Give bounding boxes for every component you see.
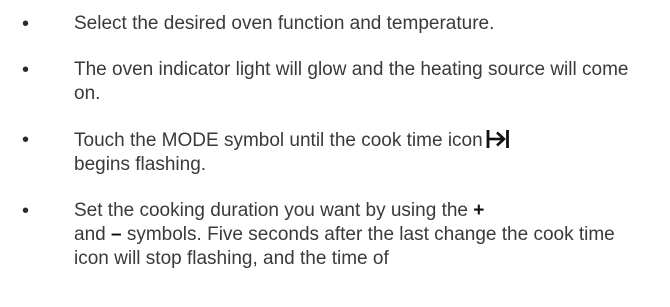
step-text-part2: and	[74, 224, 106, 245]
step-text: Touch the MODE symbol until the cook tim…	[74, 128, 646, 177]
list-item: • Select the desired oven function and t…	[0, 12, 670, 36]
plus-symbol: +	[473, 200, 485, 221]
bullet-icon: •	[22, 59, 30, 81]
instructions-page: • Select the desired oven function and t…	[0, 0, 670, 307]
instruction-list: • Select the desired oven function and t…	[0, 12, 670, 293]
step-text: Select the desired oven function and tem…	[74, 13, 495, 34]
step-text: The oven indicator light will glow and t…	[74, 59, 629, 104]
step-text-before-icon: Touch the MODE symbol until the cook tim…	[74, 130, 483, 151]
minus-symbol: –	[110, 224, 122, 245]
step-text: Set the cooking duration you want by usi…	[74, 199, 646, 271]
step-text-part1: Set the cooking duration you want by usi…	[74, 200, 468, 221]
list-item: • The oven indicator light will glow and…	[0, 58, 670, 106]
bullet-icon: •	[22, 200, 30, 222]
list-item: • Set the cooking duration you want by u…	[0, 199, 670, 271]
step-text-part3: symbols. Five seconds after the last cha…	[74, 224, 615, 269]
bullet-icon: •	[22, 129, 30, 151]
step-text-after-icon: begins flashing.	[74, 154, 207, 175]
list-item: • Touch the MODE symbol until the cook t…	[0, 128, 670, 177]
cook-time-icon	[486, 128, 510, 150]
bullet-icon: •	[22, 13, 30, 35]
